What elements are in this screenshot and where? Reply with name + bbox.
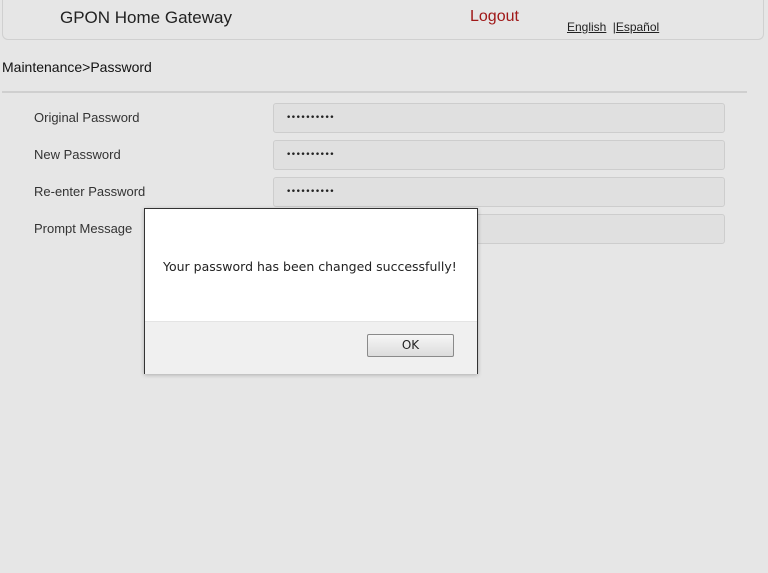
new-password-row: New Password ••••••••••: [0, 140, 768, 170]
app-title: GPON Home Gateway: [60, 8, 232, 27]
ok-button[interactable]: OK: [367, 334, 454, 357]
alert-dialog: Your password has been changed successfu…: [144, 208, 478, 374]
original-password-input[interactable]: ••••••••••: [273, 103, 725, 133]
new-password-input[interactable]: ••••••••••: [273, 140, 725, 170]
prompt-message-label: Prompt Message: [34, 221, 133, 236]
original-password-label: Original Password: [34, 110, 140, 125]
dialog-message: Your password has been changed successfu…: [163, 259, 457, 274]
new-password-label: New Password: [34, 147, 121, 162]
dialog-footer: OK: [145, 321, 477, 374]
reenter-password-row: Re-enter Password ••••••••••: [0, 177, 768, 207]
original-password-row: Original Password ••••••••••: [0, 103, 768, 133]
lang-english-link[interactable]: English: [567, 20, 606, 34]
reenter-password-input[interactable]: ••••••••••: [273, 177, 725, 207]
lang-spanish-link[interactable]: Español: [616, 20, 659, 34]
reenter-password-label: Re-enter Password: [34, 184, 146, 199]
top-header: GPON Home Gateway Logout English |Españo…: [2, 0, 764, 40]
divider: [2, 91, 747, 93]
breadcrumb: Maintenance>Password: [2, 59, 152, 75]
language-switcher: English |Español: [567, 20, 659, 34]
logout-link[interactable]: Logout: [470, 8, 519, 26]
